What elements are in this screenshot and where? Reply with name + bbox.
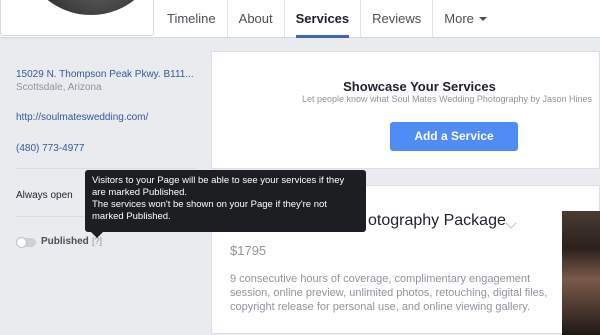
tooltip-arrow (91, 232, 103, 238)
divider (16, 168, 196, 169)
address-line[interactable]: 15029 N. Thompson Peak Pkwy. B111... (16, 68, 194, 81)
service-price: $1795 (230, 243, 267, 258)
page-tabs: Timeline About Services Reviews More (156, 0, 498, 38)
tab-label: Reviews (372, 11, 422, 26)
service-title: otography Package (368, 212, 506, 229)
showcase-panel: Showcase Your Services Let people know w… (211, 51, 600, 169)
published-toggle[interactable] (16, 237, 36, 248)
tab-label: Services (295, 11, 350, 26)
tooltip-line-2: The services won't be shown on your Page… (92, 199, 327, 222)
tab-more[interactable]: More (433, 0, 498, 37)
caret-down-icon (478, 16, 487, 21)
toggle-knob (16, 237, 27, 248)
tab-reviews[interactable]: Reviews (361, 0, 434, 37)
chevron-down-icon[interactable] (505, 217, 517, 229)
city-line: Scottsdale, Arizona (16, 82, 102, 93)
service-description: 9 consecutive hours of coverage, complim… (230, 273, 548, 313)
showcase-title: Showcase Your Services (343, 79, 496, 94)
tab-timeline[interactable]: Timeline (156, 0, 228, 37)
tab-about[interactable]: About (228, 0, 285, 37)
tooltip-line-1: Visitors to your Page will be able to se… (92, 175, 345, 198)
website-link[interactable]: http://soulmateswedding.com/ (16, 111, 148, 124)
tab-label: About (238, 11, 273, 26)
tab-label: Timeline (167, 11, 216, 26)
tab-label: More (444, 11, 474, 26)
showcase-subtitle: Let people know what Soul Mates Wedding … (301, 94, 592, 104)
page-header: Timeline About Services Reviews More (0, 0, 600, 38)
service-photo (562, 211, 600, 335)
hours-label: Always open (16, 190, 73, 201)
published-label: Published (41, 236, 89, 247)
add-service-button[interactable]: Add a Service (390, 122, 518, 151)
phone-link[interactable]: (480) 773-4977 (16, 142, 84, 155)
published-tooltip: Visitors to your Page will be able to se… (85, 170, 366, 238)
tab-services[interactable]: Services (285, 0, 362, 38)
